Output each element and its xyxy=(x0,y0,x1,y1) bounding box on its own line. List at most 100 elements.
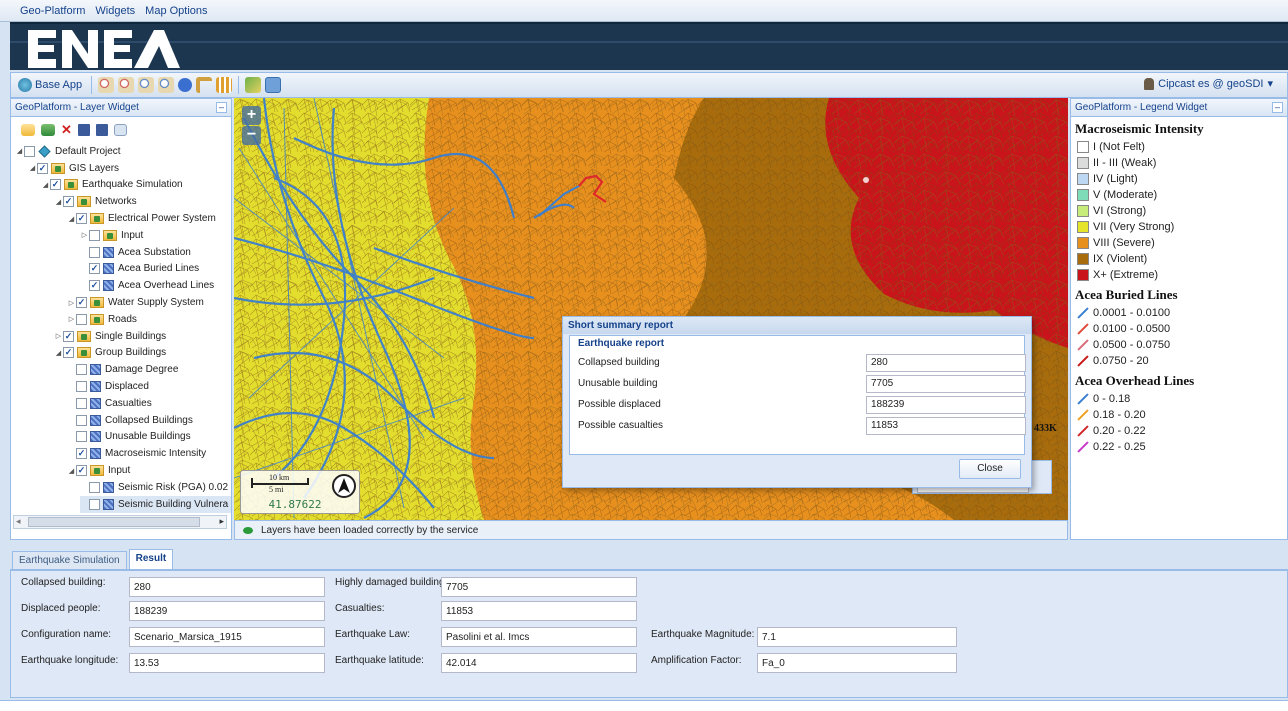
tree-node[interactable]: Damage Degree xyxy=(67,361,178,378)
save-icon[interactable] xyxy=(77,124,90,136)
layer-checkbox[interactable] xyxy=(76,364,87,376)
layer-checkbox[interactable] xyxy=(76,414,87,426)
tree-node[interactable]: Seismic Risk (PGA) 0.02 xyxy=(80,479,228,496)
layer-checkbox[interactable] xyxy=(76,431,87,443)
collapsed-arrow-icon[interactable]: ▷ xyxy=(67,315,76,323)
config-field[interactable]: Scenario_Marsica_1915 xyxy=(129,627,325,647)
expanded-arrow-icon[interactable]: ◢ xyxy=(41,181,50,189)
tree-node[interactable]: ◢ ✓ Input xyxy=(67,462,130,479)
menu-geo-platform[interactable]: Geo-Platform xyxy=(20,5,85,17)
scroll-left-icon[interactable]: ◂ xyxy=(16,516,21,527)
law-field[interactable]: Pasolini et al. Imcs xyxy=(441,627,637,647)
collapsed-field[interactable]: 280 xyxy=(129,577,325,597)
layer-checkbox[interactable]: ✓ xyxy=(63,347,74,359)
grid-icon[interactable] xyxy=(216,77,233,93)
layer-checkbox[interactable] xyxy=(24,145,35,157)
collapsed-arrow-icon[interactable]: ▷ xyxy=(80,231,89,239)
collapse-icon[interactable]: – xyxy=(1272,102,1283,113)
damaged-field[interactable]: 7705 xyxy=(441,577,637,597)
horizontal-scrollbar[interactable]: ◂ ▸ xyxy=(13,515,227,529)
layer-checkbox[interactable] xyxy=(76,381,87,393)
tree-node[interactable]: ▷ Roads xyxy=(67,311,137,328)
expanded-arrow-icon[interactable]: ◢ xyxy=(28,164,37,172)
tree-node[interactable]: ✓ Acea Overhead Lines xyxy=(80,277,214,294)
zoom-out-icon[interactable] xyxy=(118,77,135,93)
layer-checkbox[interactable]: ✓ xyxy=(63,330,74,342)
latitude-field[interactable]: 42.014 xyxy=(441,653,637,673)
add-layer-icon[interactable] xyxy=(41,124,55,136)
add-folder-icon[interactable] xyxy=(21,124,35,136)
displaced-field[interactable]: 188239 xyxy=(129,601,325,621)
layer-checkbox[interactable]: ✓ xyxy=(89,263,100,275)
casualties-field[interactable]: 11853 xyxy=(441,601,637,621)
layer-checkbox[interactable]: ✓ xyxy=(76,465,87,477)
expanded-arrow-icon[interactable]: ◢ xyxy=(67,215,76,223)
layer-checkbox[interactable]: ✓ xyxy=(63,196,74,208)
dialog-value[interactable]: 7705 xyxy=(866,375,1026,393)
magnitude-field[interactable]: 7.1 xyxy=(757,627,957,647)
dialog-value[interactable]: 280 xyxy=(866,354,1026,372)
user-menu[interactable]: Cipcast es @ geoSDI ▾ xyxy=(1144,77,1273,90)
menu-widgets[interactable]: Widgets xyxy=(95,5,135,17)
zoom-previous-icon[interactable] xyxy=(138,77,155,93)
tree-node[interactable]: ✓ Acea Buried Lines xyxy=(80,261,199,278)
tree-node[interactable]: Acea Substation xyxy=(80,244,191,261)
tree-node[interactable]: ✓ Macroseismic Intensity xyxy=(67,445,206,462)
tree-node[interactable]: Collapsed Buildings xyxy=(67,412,193,429)
expanded-arrow-icon[interactable]: ◢ xyxy=(54,349,63,357)
layer-checkbox[interactable]: ✓ xyxy=(89,280,100,292)
tree-node[interactable]: ◢ ✓ Electrical Power System xyxy=(67,210,216,227)
tree-node[interactable]: ◢ ✓ Networks xyxy=(54,193,137,210)
collapse-icon[interactable]: – xyxy=(216,102,227,113)
tree-node[interactable]: ▷ Input xyxy=(80,227,143,244)
tab-earthquake-simulation[interactable]: Earthquake Simulation xyxy=(12,551,127,569)
map-icon[interactable] xyxy=(245,77,262,93)
expanded-arrow-icon[interactable]: ◢ xyxy=(54,198,63,206)
tree-node[interactable]: ▷ ✓ Single Buildings xyxy=(54,328,166,345)
close-button[interactable]: Close xyxy=(959,459,1021,479)
base-app-button[interactable]: Base App xyxy=(15,75,85,95)
layer-checkbox[interactable] xyxy=(76,313,87,325)
longitude-field[interactable]: 13.53 xyxy=(129,653,325,673)
layer-checkbox[interactable]: ✓ xyxy=(37,162,48,174)
tree-node[interactable]: ◢ ✓ Earthquake Simulation xyxy=(41,177,183,194)
tab-result[interactable]: Result xyxy=(128,549,174,569)
tree-node[interactable]: ◢ Default Project xyxy=(15,143,121,160)
collapsed-arrow-icon[interactable]: ▷ xyxy=(54,332,63,340)
scroll-thumb[interactable] xyxy=(28,517,200,527)
tree-node[interactable]: Casualties xyxy=(67,395,152,412)
tree-node[interactable]: ◢ ✓ Group Buildings xyxy=(54,345,166,362)
tree-node[interactable]: ▷ ✓ Water Supply System xyxy=(67,294,204,311)
layer-checkbox[interactable] xyxy=(89,246,100,258)
layer-checkbox[interactable] xyxy=(89,498,100,510)
zoom-out-button[interactable]: − xyxy=(242,126,261,145)
measure-icon[interactable] xyxy=(196,77,213,93)
dialog-value[interactable]: 11853 xyxy=(866,417,1026,435)
scroll-right-icon[interactable]: ▸ xyxy=(219,516,224,527)
collapsed-arrow-icon[interactable]: ▷ xyxy=(67,299,76,307)
layer-checkbox[interactable]: ✓ xyxy=(76,448,87,460)
tree-node[interactable]: ◢ ✓ GIS Layers xyxy=(28,160,119,177)
layer-checkbox[interactable]: ✓ xyxy=(50,179,61,191)
save-as-icon[interactable] xyxy=(95,124,108,136)
properties-icon[interactable] xyxy=(113,124,127,136)
tree-node[interactable]: Unusable Buildings xyxy=(67,429,191,446)
expanded-arrow-icon[interactable]: ◢ xyxy=(15,147,24,155)
expanded-arrow-icon[interactable]: ◢ xyxy=(67,467,76,475)
tree-node[interactable]: Seismic Building Vulnera xyxy=(80,495,231,513)
menu-map-options[interactable]: Map Options xyxy=(145,5,207,17)
delete-icon[interactable]: ✕ xyxy=(61,122,72,138)
amplification-field[interactable]: Fa_0 xyxy=(757,653,957,673)
earthquake-tool-icon[interactable] xyxy=(265,77,282,93)
info-icon[interactable] xyxy=(178,78,193,92)
layer-checkbox[interactable]: ✓ xyxy=(76,213,87,225)
zoom-next-icon[interactable] xyxy=(158,77,175,93)
layer-checkbox[interactable] xyxy=(89,229,100,241)
layer-checkbox[interactable] xyxy=(76,397,87,409)
layer-checkbox[interactable] xyxy=(89,481,100,493)
zoom-in-button[interactable]: + xyxy=(242,106,261,125)
tree-node[interactable]: Displaced xyxy=(67,378,149,395)
dialog-value[interactable]: 188239 xyxy=(866,396,1026,414)
layer-checkbox[interactable]: ✓ xyxy=(76,297,87,309)
zoom-in-icon[interactable] xyxy=(98,77,115,93)
